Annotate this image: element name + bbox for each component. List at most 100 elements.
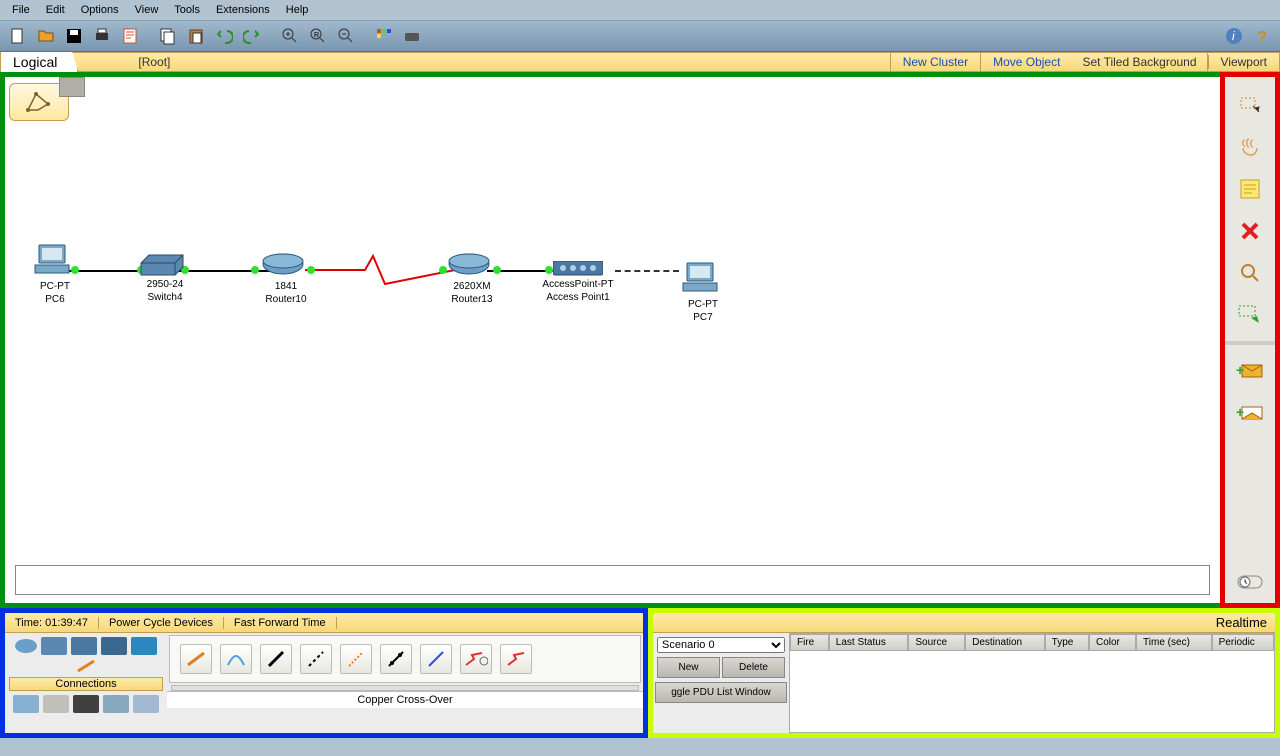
col-color[interactable]: Color (1089, 634, 1136, 651)
realtime-panel: Realtime Scenario 0 New Delete ggle PDU … (648, 608, 1280, 738)
inspect-tool-icon[interactable] (1230, 257, 1270, 289)
device-label: 1841 (261, 281, 311, 292)
bottom-panels: Time: 01:39:47 Power Cycle Devices Fast … (0, 608, 1280, 738)
realtime-tab[interactable]: Realtime (1216, 615, 1267, 630)
menu-help[interactable]: Help (278, 2, 317, 18)
print-icon[interactable] (90, 24, 114, 48)
auto-connection-icon[interactable] (180, 644, 212, 674)
menu-tools[interactable]: Tools (166, 2, 208, 18)
coaxial-connection-icon[interactable] (420, 644, 452, 674)
menu-view[interactable]: View (127, 2, 167, 18)
col-fire[interactable]: Fire (790, 634, 829, 651)
routers-category-icon[interactable] (15, 639, 37, 653)
switches-category-icon[interactable] (41, 637, 67, 655)
paste-icon[interactable] (184, 24, 208, 48)
device-switch4[interactable]: 2950-24 Switch4 (139, 253, 191, 303)
add-simple-pdu-icon[interactable]: + (1230, 355, 1270, 387)
divider (1225, 341, 1275, 345)
scenario-select[interactable]: Scenario 0 (657, 637, 785, 653)
device-type-icon[interactable] (13, 695, 39, 713)
select-tool-icon[interactable] (1230, 89, 1270, 121)
device-type-icon[interactable] (43, 695, 69, 713)
device-category-panel: Connections (5, 633, 167, 733)
palette-icon[interactable] (372, 24, 396, 48)
help-icon[interactable]: ? (1250, 24, 1274, 48)
simulation-mode-clock-icon[interactable] (1230, 565, 1270, 597)
svg-text:R: R (314, 32, 319, 39)
description-box[interactable] (15, 565, 1210, 595)
zoom-in-icon[interactable] (278, 24, 302, 48)
fiber-connection-icon[interactable] (340, 644, 372, 674)
col-last-status[interactable]: Last Status (829, 634, 909, 651)
copper-crossover-icon[interactable] (300, 644, 332, 674)
move-object-link[interactable]: Move Object (981, 55, 1072, 69)
device-label: PC-PT (33, 281, 77, 292)
menu-bar: File Edit Options View Tools Extensions … (0, 0, 1280, 20)
scenario-delete-button[interactable]: Delete (722, 657, 785, 678)
svg-text:+: + (1236, 404, 1244, 420)
phone-connection-icon[interactable] (380, 644, 412, 674)
device-name: PC6 (33, 294, 77, 305)
menu-extensions[interactable]: Extensions (208, 2, 278, 18)
device-dialog-icon[interactable] (400, 24, 424, 48)
wizard-icon[interactable] (118, 24, 142, 48)
copy-icon[interactable] (156, 24, 180, 48)
set-tiled-background[interactable]: Set Tiled Background (1072, 55, 1206, 69)
move-tool-icon[interactable] (1230, 131, 1270, 163)
device-name: Router10 (261, 294, 311, 305)
pdu-list-table: Fire Last Status Source Destination Type… (789, 633, 1275, 733)
scenario-new-button[interactable]: New (657, 657, 720, 678)
zoom-reset-icon[interactable]: R (306, 24, 330, 48)
device-type-icon[interactable] (73, 695, 99, 713)
serial-dte-icon[interactable] (500, 644, 532, 674)
menu-edit[interactable]: Edit (38, 2, 73, 18)
device-pc6[interactable]: PC-PT PC6 (33, 243, 77, 305)
device-type-icon[interactable] (103, 695, 129, 713)
main-toolbar: R i ? (0, 20, 1280, 52)
device-access-point1[interactable]: AccessPoint-PT Access Point1 (539, 261, 617, 303)
save-file-icon[interactable] (62, 24, 86, 48)
resize-tool-icon[interactable] (1230, 299, 1270, 331)
fast-forward-button[interactable]: Fast Forward Time (224, 617, 337, 629)
power-cycle-button[interactable]: Power Cycle Devices (99, 617, 224, 629)
end-devices-category-icon[interactable] (76, 659, 96, 673)
col-source[interactable]: Source (908, 634, 965, 651)
add-complex-pdu-icon[interactable]: + (1230, 397, 1270, 429)
device-type-icon[interactable] (133, 695, 159, 713)
open-file-icon[interactable] (34, 24, 58, 48)
col-type[interactable]: Type (1045, 634, 1089, 651)
col-periodic[interactable]: Periodic (1212, 634, 1274, 651)
info-icon[interactable]: i (1222, 24, 1246, 48)
device-router10[interactable]: 1841 Router10 (261, 253, 311, 305)
wireless-category-icon[interactable] (101, 637, 127, 655)
delete-tool-icon[interactable] (1230, 215, 1270, 247)
menu-file[interactable]: File (4, 2, 38, 18)
device-router13[interactable]: 2620XM Router13 (447, 253, 497, 305)
connections-category-icon[interactable] (131, 637, 157, 655)
logical-workspace[interactable]: PC-PT PC6 2950-24 Switch4 1841 Router10 … (5, 77, 1220, 603)
new-cluster-link[interactable]: New Cluster (891, 55, 980, 69)
menu-options[interactable]: Options (73, 2, 127, 18)
device-label: 2620XM (447, 281, 497, 292)
undo-icon[interactable] (212, 24, 236, 48)
note-tool-icon[interactable] (1230, 173, 1270, 205)
logical-tab[interactable]: Logical (1, 52, 78, 72)
workspace-frame: PC-PT PC6 2950-24 Switch4 1841 Router10 … (0, 72, 1280, 608)
viewport-button[interactable]: Viewport (1208, 55, 1279, 69)
breadcrumb-root[interactable]: [Root] (78, 55, 230, 69)
col-time[interactable]: Time (sec) (1136, 634, 1212, 651)
col-destination[interactable]: Destination (965, 634, 1045, 651)
svg-text:?: ? (1257, 29, 1267, 45)
zoom-out-icon[interactable] (334, 24, 358, 48)
redo-icon[interactable] (240, 24, 264, 48)
toggle-pdu-list-button[interactable]: ggle PDU List Window (655, 682, 787, 703)
new-file-icon[interactable] (6, 24, 30, 48)
serial-dce-icon[interactable] (460, 644, 492, 674)
connection-type-panel: Copper Cross-Over (167, 633, 643, 733)
device-pc7[interactable]: PC-PT PC7 (681, 261, 725, 323)
hubs-category-icon[interactable] (71, 637, 97, 655)
console-connection-icon[interactable] (220, 644, 252, 674)
svg-text:+: + (1236, 362, 1244, 378)
link-status-dot (439, 266, 447, 274)
copper-straight-icon[interactable] (260, 644, 292, 674)
